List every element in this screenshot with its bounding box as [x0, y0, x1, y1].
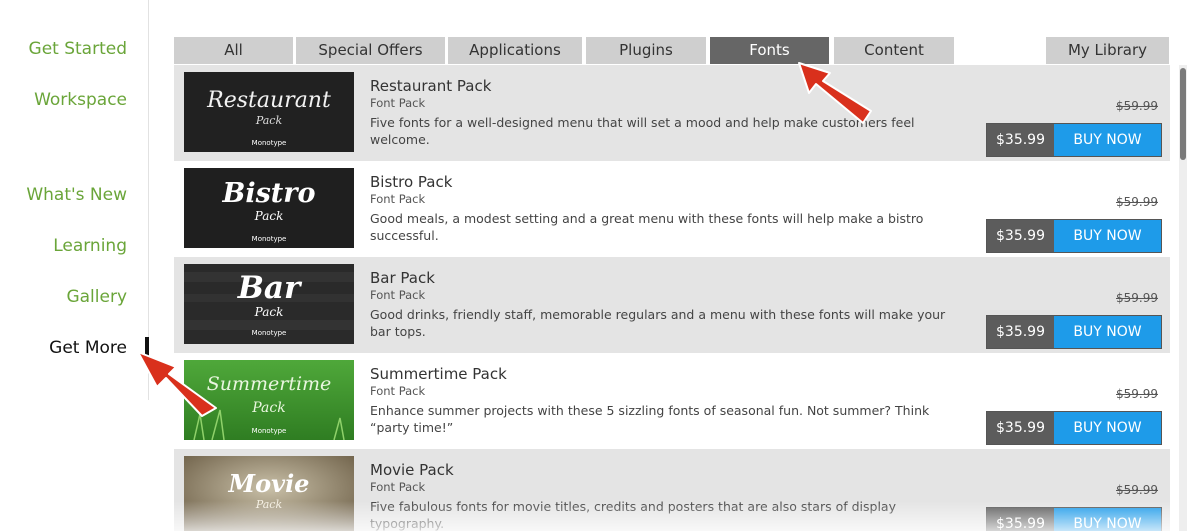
product-subtitle: Font Pack — [370, 192, 426, 206]
product-description: Five fabulous fonts for movie titles, cr… — [370, 499, 896, 531]
original-price: $59.99 — [1116, 291, 1158, 305]
left-navigation: Get Started Workspace What's New Learnin… — [0, 0, 149, 400]
tab-all[interactable]: All — [174, 37, 293, 64]
product-item-summertime: Summertime Pack Monotype Summertime Pack… — [174, 353, 1170, 449]
thumb-title-text: Bar — [237, 270, 303, 306]
original-price: $59.99 — [1116, 195, 1158, 209]
sale-price: $35.99 — [987, 412, 1054, 444]
thumb-subtitle-text: Pack — [254, 305, 284, 319]
sale-price: $35.99 — [987, 508, 1054, 531]
thumb-subtitle-text: Pack — [254, 209, 284, 223]
tab-fonts[interactable]: Fonts — [710, 37, 829, 64]
product-description: Five fonts for a well-designed menu that… — [370, 115, 915, 147]
product-title[interactable]: Bistro Pack — [370, 173, 960, 191]
product-title[interactable]: Bar Pack — [370, 269, 960, 287]
product-description: Good meals, a modest setting and a great… — [370, 211, 924, 243]
product-thumbnail[interactable]: Summertime Pack Monotype — [184, 360, 354, 440]
tab-my-library[interactable]: My Library — [1046, 37, 1169, 64]
product-item-bar: Bar Pack Monotype Bar Pack Font Pack Goo… — [174, 257, 1170, 353]
thumb-title-text: Summertime — [207, 373, 332, 395]
product-subtitle: Font Pack — [370, 288, 426, 302]
tab-special-offers[interactable]: Special Offers — [296, 37, 445, 64]
product-item-movie: Movie Pack Movie Pack Font Pack Five fab… — [174, 449, 1170, 531]
nav-get-more[interactable]: Get More — [49, 338, 127, 358]
product-title[interactable]: Summertime Pack — [370, 365, 960, 383]
product-description: Enhance summer projects with these 5 siz… — [370, 403, 930, 435]
scrollbar-thumb[interactable] — [1180, 68, 1186, 160]
tab-plugins[interactable]: Plugins — [586, 37, 706, 64]
tab-content[interactable]: Content — [834, 37, 954, 64]
tab-applications[interactable]: Applications — [448, 37, 582, 64]
thumb-brand-text: Monotype — [252, 427, 287, 435]
original-price: $59.99 — [1116, 483, 1158, 497]
product-description: Good drinks, friendly staff, memorable r… — [370, 307, 946, 339]
buy-now-button[interactable]: BUY NOW — [1054, 508, 1161, 531]
nav-active-indicator — [145, 337, 149, 361]
thumb-subtitle-text: Pack — [255, 114, 283, 127]
product-subtitle: Font Pack — [370, 96, 426, 110]
thumb-brand-text: Monotype — [252, 235, 287, 243]
product-list: Restaurant Pack Monotype Restaurant Pack… — [174, 65, 1170, 531]
nav-whats-new[interactable]: What's New — [26, 185, 127, 205]
buy-now-button[interactable]: BUY NOW — [1054, 412, 1161, 444]
product-item-restaurant: Restaurant Pack Monotype Restaurant Pack… — [174, 65, 1170, 161]
purchase-box: $35.99 BUY NOW — [986, 123, 1162, 157]
thumb-brand-text: Monotype — [252, 139, 287, 147]
thumb-title-text: Movie — [228, 469, 310, 498]
product-thumbnail[interactable]: Bar Pack Monotype — [184, 264, 354, 344]
thumb-title-text: Restaurant — [206, 88, 331, 113]
product-subtitle: Font Pack — [370, 480, 426, 494]
thumb-brand-text: Monotype — [252, 329, 287, 337]
thumb-title-text: Bistro — [222, 178, 316, 209]
sale-price: $35.99 — [987, 220, 1054, 252]
buy-now-button[interactable]: BUY NOW — [1054, 220, 1161, 252]
purchase-box: $35.99 BUY NOW — [986, 507, 1162, 531]
sale-price: $35.99 — [987, 316, 1054, 348]
purchase-box: $35.99 BUY NOW — [986, 315, 1162, 349]
product-thumbnail[interactable]: Movie Pack — [184, 456, 354, 531]
product-title[interactable]: Restaurant Pack — [370, 77, 960, 95]
buy-now-button[interactable]: BUY NOW — [1054, 316, 1161, 348]
purchase-box: $35.99 BUY NOW — [986, 219, 1162, 253]
sale-price: $35.99 — [987, 124, 1054, 156]
product-subtitle: Font Pack — [370, 384, 426, 398]
nav-get-started[interactable]: Get Started — [29, 39, 127, 59]
thumb-subtitle-text: Pack — [251, 400, 285, 416]
product-item-bistro: Bistro Pack Monotype Bistro Pack Font Pa… — [174, 161, 1170, 257]
original-price: $59.99 — [1116, 387, 1158, 401]
original-price: $59.99 — [1116, 99, 1158, 113]
purchase-box: $35.99 BUY NOW — [986, 411, 1162, 445]
thumb-subtitle-text: Pack — [255, 498, 283, 511]
nav-gallery[interactable]: Gallery — [66, 287, 127, 307]
product-title[interactable]: Movie Pack — [370, 461, 960, 479]
product-thumbnail[interactable]: Bistro Pack Monotype — [184, 168, 354, 248]
nav-learning[interactable]: Learning — [53, 236, 127, 256]
product-thumbnail[interactable]: Restaurant Pack Monotype — [184, 72, 354, 152]
buy-now-button[interactable]: BUY NOW — [1054, 124, 1161, 156]
nav-workspace[interactable]: Workspace — [34, 90, 127, 110]
